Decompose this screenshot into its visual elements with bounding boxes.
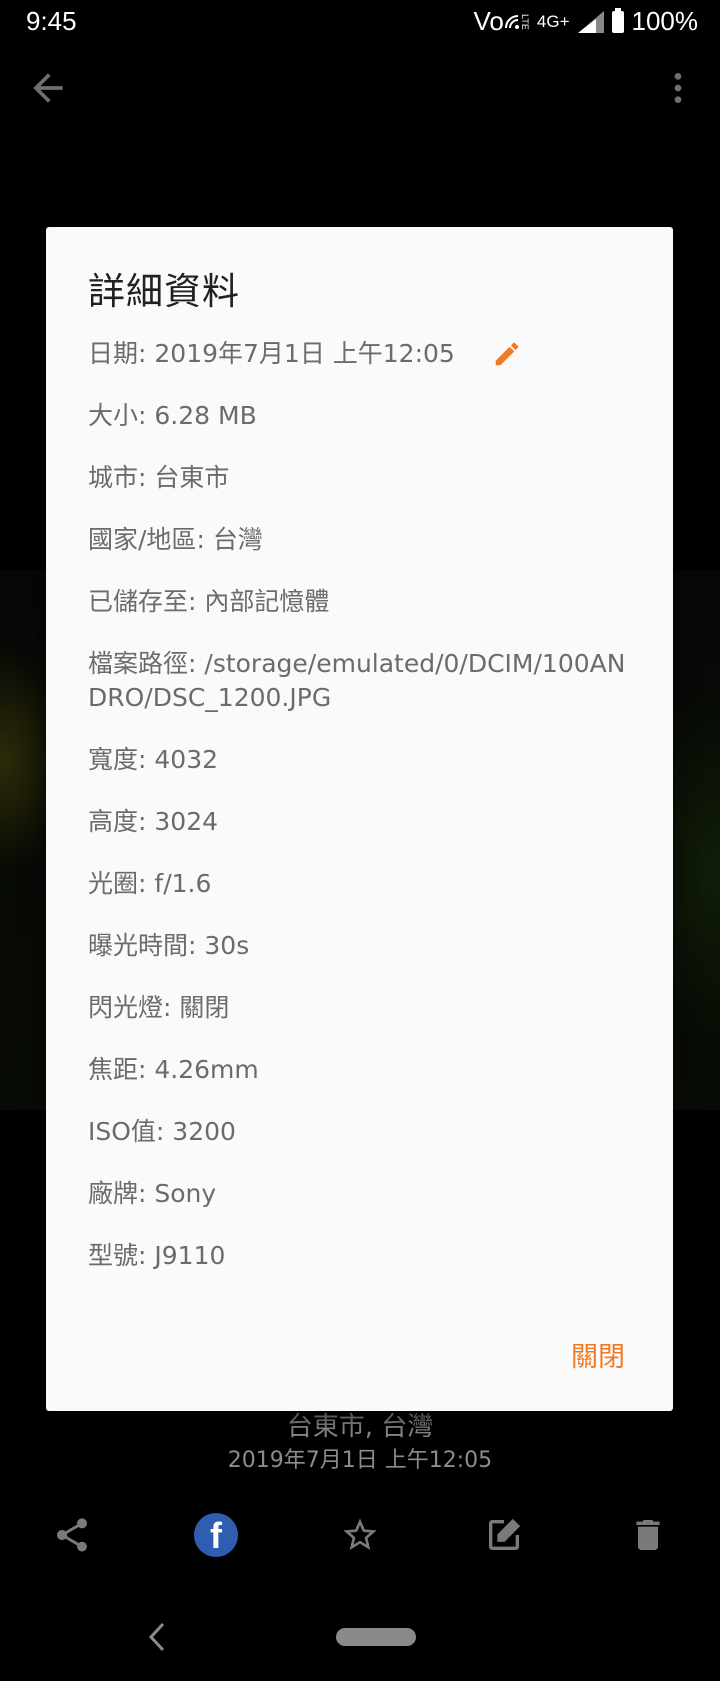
- more-options-button[interactable]: [658, 66, 698, 110]
- favorite-button[interactable]: [335, 1510, 385, 1560]
- detail-separator: :: [155, 1117, 173, 1146]
- edit-icon: [489, 1518, 521, 1550]
- battery-icon: [611, 7, 624, 33]
- detail-separator: :: [163, 993, 180, 1022]
- facebook-share-button[interactable]: f: [191, 1510, 241, 1560]
- detail-row-height: 高度: 3024: [88, 805, 633, 867]
- volte-label: Vo: [473, 6, 504, 36]
- detail-row-city: 城市: 台東市: [88, 461, 633, 523]
- detail-separator: :: [138, 745, 155, 774]
- detail-label: 廠牌: [88, 1179, 139, 1208]
- detail-value: 內部記憶體: [204, 587, 330, 616]
- detail-row-iso: ISO值: 3200: [88, 1115, 633, 1177]
- edit-button[interactable]: [479, 1510, 529, 1560]
- nav-home-pill[interactable]: [336, 1628, 416, 1646]
- photo-location: 台東市, 台灣: [286, 1412, 434, 1442]
- detail-row-size: 大小: 6.28 MB: [88, 399, 633, 461]
- detail-row-make: 廠牌: Sony: [88, 1177, 633, 1239]
- detail-separator: :: [138, 1241, 155, 1270]
- share-button[interactable]: [47, 1510, 97, 1560]
- detail-row-path: 檔案路徑: /storage/emulated/0/DCIM/100ANDRO/…: [88, 647, 633, 743]
- star-icon: [343, 1518, 377, 1550]
- detail-label: 焦距: [88, 1055, 139, 1084]
- dialog-title: 詳細資料: [88, 270, 240, 313]
- detail-label: 高度: [88, 807, 139, 836]
- detail-value: 30s: [204, 931, 250, 960]
- detail-label: 型號: [88, 1241, 139, 1270]
- status-time: 9:45: [26, 6, 77, 36]
- detail-label: 閃光燈: [88, 993, 164, 1022]
- close-button[interactable]: 關閉: [571, 1335, 625, 1374]
- detail-list: 日期: 2019年7月1日 上午12:05 大小: 6.28 MB 城市: 台東…: [88, 337, 633, 1301]
- facebook-letter: f: [210, 1515, 222, 1556]
- volte-indicator: Vo LTE: [473, 6, 530, 37]
- detail-separator: :: [138, 869, 155, 898]
- detail-row-width: 寬度: 4032: [88, 743, 633, 805]
- detail-row-storage: 已儲存至: 內部記憶體: [88, 585, 633, 647]
- detail-value: 3200: [172, 1117, 236, 1146]
- detail-row-flash: 閃光燈: 關閉: [88, 991, 633, 1053]
- detail-separator: :: [138, 339, 155, 368]
- detail-label: 大小: [88, 401, 139, 430]
- detail-label: 已儲存至: [88, 587, 189, 616]
- detail-separator: :: [196, 525, 213, 554]
- detail-value: 台東市: [154, 463, 230, 492]
- detail-value: 2019年7月1日 上午12:05: [154, 339, 455, 368]
- detail-label: 光圈: [88, 869, 139, 898]
- detail-separator: :: [188, 649, 205, 678]
- detail-separator: :: [138, 1055, 155, 1084]
- detail-row-focal-length: 焦距: 4.26mm: [88, 1053, 633, 1115]
- detail-value: 台灣: [212, 525, 263, 554]
- detail-row-exposure: 曝光時間: 30s: [88, 929, 633, 991]
- status-icons: Vo LTE 4G+ 100%: [474, 6, 698, 37]
- detail-label: 檔案路徑: [88, 649, 189, 678]
- detail-separator: :: [138, 401, 155, 430]
- screen: 9:45 Vo LTE 4G+ 100% 台東市, 台灣 2019年7月1日 上…: [0, 0, 720, 1681]
- nav-back-button[interactable]: [145, 1620, 169, 1654]
- detail-row-model: 型號: J9110: [88, 1239, 633, 1301]
- detail-label: 國家/地區: [88, 525, 197, 554]
- detail-value: 關閉: [179, 993, 230, 1022]
- detail-separator: :: [138, 1179, 155, 1208]
- detail-label: ISO值: [88, 1117, 156, 1146]
- detail-value: 3024: [154, 807, 219, 836]
- action-bar: f: [0, 1500, 720, 1570]
- wifi-calling-icon: [504, 14, 519, 29]
- delete-icon: [636, 1520, 660, 1550]
- detail-label: 曝光時間: [88, 931, 189, 960]
- detail-value: 6.28 MB: [154, 401, 257, 430]
- share-icon: [57, 1518, 87, 1552]
- delete-button[interactable]: [623, 1510, 673, 1560]
- back-button[interactable]: [26, 66, 70, 110]
- detail-value: J9110: [154, 1241, 226, 1270]
- photo-date: 2019年7月1日 上午12:05: [227, 1448, 493, 1473]
- lte-label: LTE: [519, 13, 530, 30]
- detail-row-country: 國家/地區: 台灣: [88, 523, 633, 585]
- detail-label: 日期: [88, 339, 139, 368]
- detail-row-aperture: 光圈: f/1.6: [88, 867, 633, 929]
- facebook-icon: f: [194, 1513, 238, 1557]
- detail-row-date: 日期: 2019年7月1日 上午12:05: [88, 337, 633, 399]
- detail-separator: :: [188, 931, 205, 960]
- signal-icon: [577, 10, 604, 33]
- edit-date-icon[interactable]: [492, 339, 522, 369]
- detail-value: Sony: [154, 1179, 217, 1208]
- battery-percent: 100%: [631, 6, 699, 36]
- detail-value: 4.26mm: [154, 1055, 259, 1084]
- detail-separator: :: [188, 587, 205, 616]
- detail-separator: :: [138, 463, 155, 492]
- detail-value: 4032: [154, 745, 219, 774]
- status-bar: 9:45 Vo LTE 4G+ 100%: [0, 0, 720, 48]
- detail-label: 寬度: [88, 745, 139, 774]
- detail-label: 城市: [88, 463, 139, 492]
- details-dialog: 詳細資料 日期: 2019年7月1日 上午12:05 大小: 6.28 MB 城…: [46, 227, 673, 1411]
- detail-separator: :: [138, 807, 155, 836]
- network-type: 4G+: [536, 11, 570, 31]
- detail-value: f/1.6: [154, 869, 212, 898]
